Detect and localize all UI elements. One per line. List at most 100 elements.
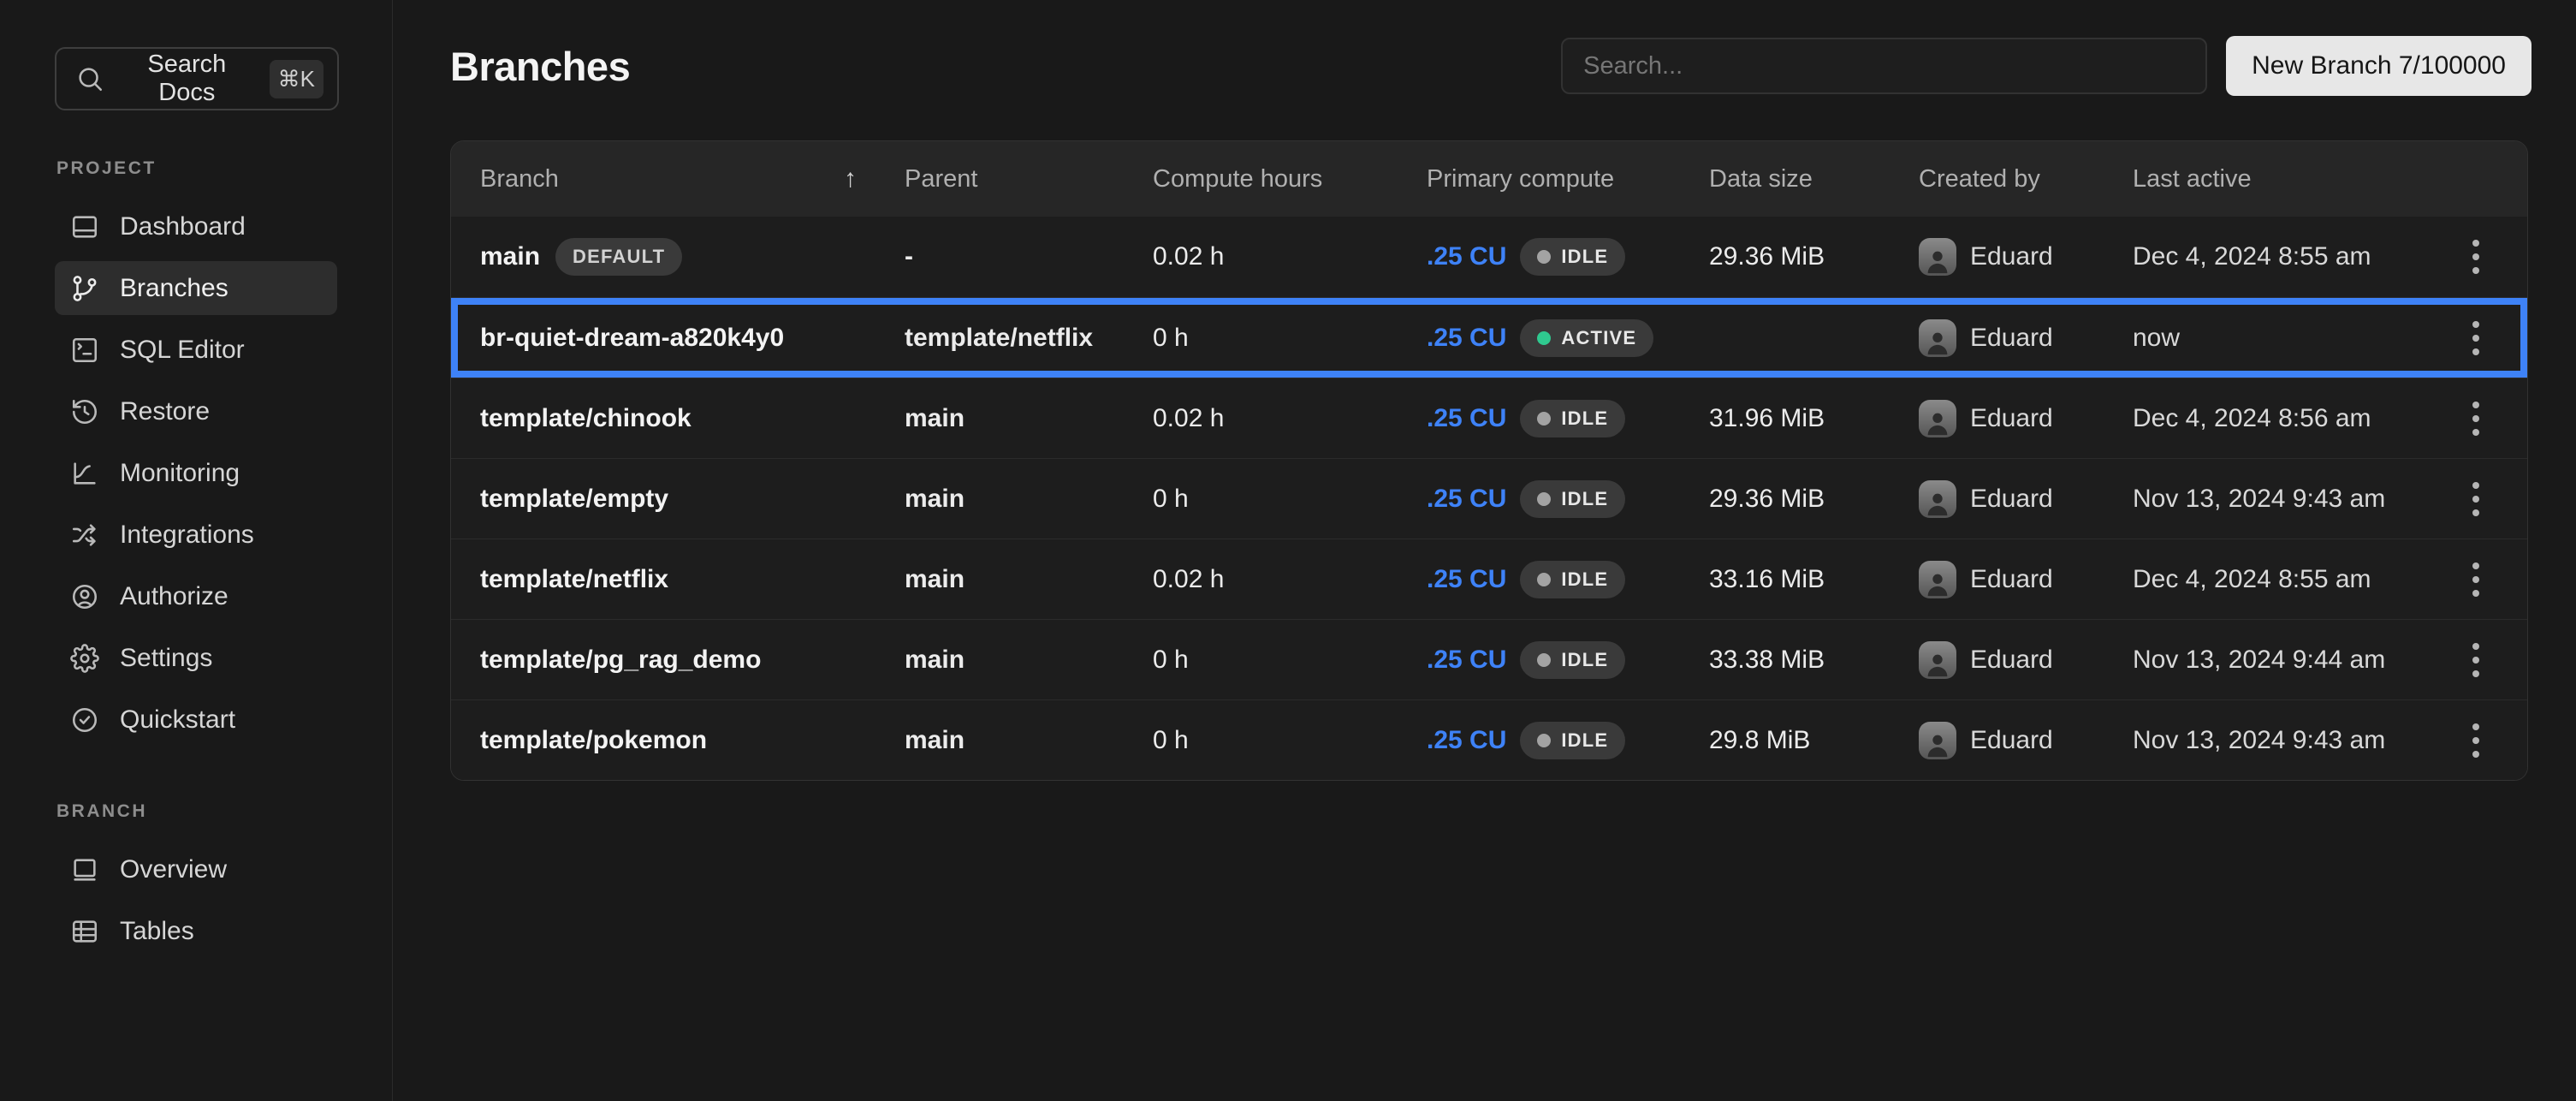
branches-table: Branch ↑ Parent Compute hours Primary co… [450, 140, 2528, 781]
created-by-cell: Eduard [1970, 646, 2053, 675]
sidebar-item-label: Branches [120, 274, 229, 303]
integrations-icon [70, 521, 99, 550]
table-header-row: Branch ↑ Parent Compute hours Primary co… [451, 141, 2527, 217]
avatar [1919, 319, 1956, 357]
column-header-branch[interactable]: Branch ↑ [451, 164, 905, 193]
sidebar-item-monitoring[interactable]: Monitoring [55, 446, 337, 500]
gear-icon [70, 644, 99, 673]
branch-name: template/netflix [480, 565, 668, 594]
sidebar-item-label: Monitoring [120, 459, 240, 488]
last-active-cell: Dec 4, 2024 8:55 am [2133, 242, 2371, 271]
dashboard-icon [70, 212, 99, 241]
sidebar-item-overview[interactable]: Overview [55, 842, 337, 896]
sidebar: Search Docs ⌘K PROJECT Dashboard Branche… [0, 0, 393, 1101]
state-badge: IDLE [1520, 480, 1625, 518]
avatar [1919, 400, 1956, 437]
compute-hours-cell: 0 h [1153, 485, 1189, 513]
sidebar-item-tables[interactable]: Tables [55, 904, 337, 958]
branch-section-label: BRANCH [56, 801, 363, 822]
parent-cell: main [905, 565, 965, 593]
avatar [1919, 238, 1956, 276]
parent-cell: main [905, 404, 965, 432]
branch-icon [70, 274, 99, 303]
sidebar-item-settings[interactable]: Settings [55, 631, 337, 685]
project-nav: Dashboard Branches SQL Editor Restore Mo… [55, 199, 363, 747]
sort-ascending-icon[interactable]: ↑ [844, 164, 857, 193]
state-badge: IDLE [1520, 722, 1625, 759]
avatar [1919, 641, 1956, 679]
main-content: Branches New Branch 7/100000 Branch ↑ Pa… [393, 0, 2576, 1101]
branch-nav: Overview Tables [55, 842, 363, 958]
last-active-cell: Nov 13, 2024 9:44 am [2133, 646, 2385, 674]
idle-dot-icon [1537, 734, 1551, 747]
idle-dot-icon [1537, 653, 1551, 667]
table-row[interactable]: main DEFAULT - 0.02 h .25 CU IDLE 29.36 … [451, 217, 2527, 297]
created-by-cell: Eduard [1970, 726, 2053, 755]
created-by-cell: Eduard [1970, 324, 2053, 353]
data-size-cell: 33.38 MiB [1709, 646, 1825, 674]
column-header-compute-hours[interactable]: Compute hours [1153, 165, 1427, 193]
sidebar-item-label: Restore [120, 397, 210, 426]
compute-hours-cell: 0 h [1153, 726, 1189, 754]
sidebar-item-branches[interactable]: Branches [55, 261, 337, 315]
column-header-primary-compute[interactable]: Primary compute [1427, 165, 1709, 193]
new-branch-button[interactable]: New Branch 7/100000 [2226, 36, 2531, 96]
avatar [1919, 561, 1956, 598]
search-docs-button[interactable]: Search Docs ⌘K [55, 47, 339, 110]
overview-icon [70, 855, 99, 884]
sidebar-item-label: Tables [120, 917, 194, 946]
state-badge: IDLE [1520, 238, 1625, 276]
default-badge: DEFAULT [555, 238, 682, 276]
column-header-data-size[interactable]: Data size [1709, 165, 1919, 193]
table-row[interactable]: template/empty main 0 h .25 CU IDLE 29.3… [451, 458, 2527, 539]
row-menu-button[interactable] [2452, 314, 2500, 362]
row-menu-button[interactable] [2452, 475, 2500, 523]
column-header-parent[interactable]: Parent [905, 165, 1153, 193]
parent-cell: main [905, 726, 965, 754]
table-row[interactable]: template/chinook main 0.02 h .25 CU IDLE… [451, 378, 2527, 458]
sidebar-item-label: Integrations [120, 521, 254, 550]
column-header-last-active[interactable]: Last active [2133, 165, 2424, 193]
sidebar-item-sql-editor[interactable]: SQL Editor [55, 323, 337, 377]
state-badge: IDLE [1520, 561, 1625, 598]
last-active-cell: Nov 13, 2024 9:43 am [2133, 726, 2385, 754]
compute-units: .25 CU [1427, 242, 1506, 271]
sidebar-item-label: Dashboard [120, 212, 246, 241]
row-menu-button[interactable] [2452, 233, 2500, 281]
table-icon [70, 917, 99, 946]
last-active-cell: Nov 13, 2024 9:43 am [2133, 485, 2385, 513]
created-by-cell: Eduard [1970, 485, 2053, 514]
sidebar-item-dashboard[interactable]: Dashboard [55, 199, 337, 253]
sidebar-item-quickstart[interactable]: Quickstart [55, 693, 337, 747]
sidebar-item-label: Overview [120, 855, 227, 884]
parent-cell: main [905, 485, 965, 513]
created-by-cell: Eduard [1970, 242, 2053, 271]
row-menu-button[interactable] [2452, 636, 2500, 684]
table-row-selected[interactable]: br-quiet-dream-a820k4y0 template/netflix… [451, 297, 2527, 378]
table-row[interactable]: template/pg_rag_demo main 0 h .25 CU IDL… [451, 619, 2527, 699]
parent-cell: template/netflix [905, 324, 1093, 352]
column-header-created-by[interactable]: Created by [1919, 165, 2133, 193]
compute-hours-cell: 0.02 h [1153, 242, 1224, 271]
avatar [1919, 480, 1956, 518]
table-row[interactable]: template/pokemon main 0 h .25 CU IDLE 29… [451, 699, 2527, 780]
idle-dot-icon [1537, 250, 1551, 264]
compute-units: .25 CU [1427, 404, 1506, 433]
row-menu-button[interactable] [2452, 395, 2500, 443]
parent-cell: - [905, 242, 913, 271]
parent-cell: main [905, 646, 965, 674]
sidebar-item-integrations[interactable]: Integrations [55, 508, 337, 562]
created-by-cell: Eduard [1970, 404, 2053, 433]
data-size-cell: 31.96 MiB [1709, 404, 1825, 432]
sidebar-item-restore[interactable]: Restore [55, 384, 337, 438]
branch-name: template/empty [480, 485, 668, 514]
table-row[interactable]: template/netflix main 0.02 h .25 CU IDLE… [451, 539, 2527, 619]
sidebar-item-authorize[interactable]: Authorize [55, 569, 337, 623]
compute-hours-cell: 0.02 h [1153, 565, 1224, 593]
branches-search-input[interactable] [1561, 38, 2207, 94]
branch-name: template/pokemon [480, 726, 707, 755]
state-badge: IDLE [1520, 400, 1625, 437]
row-menu-button[interactable] [2452, 717, 2500, 765]
row-menu-button[interactable] [2452, 556, 2500, 604]
shortcut-badge: ⌘K [270, 60, 323, 98]
